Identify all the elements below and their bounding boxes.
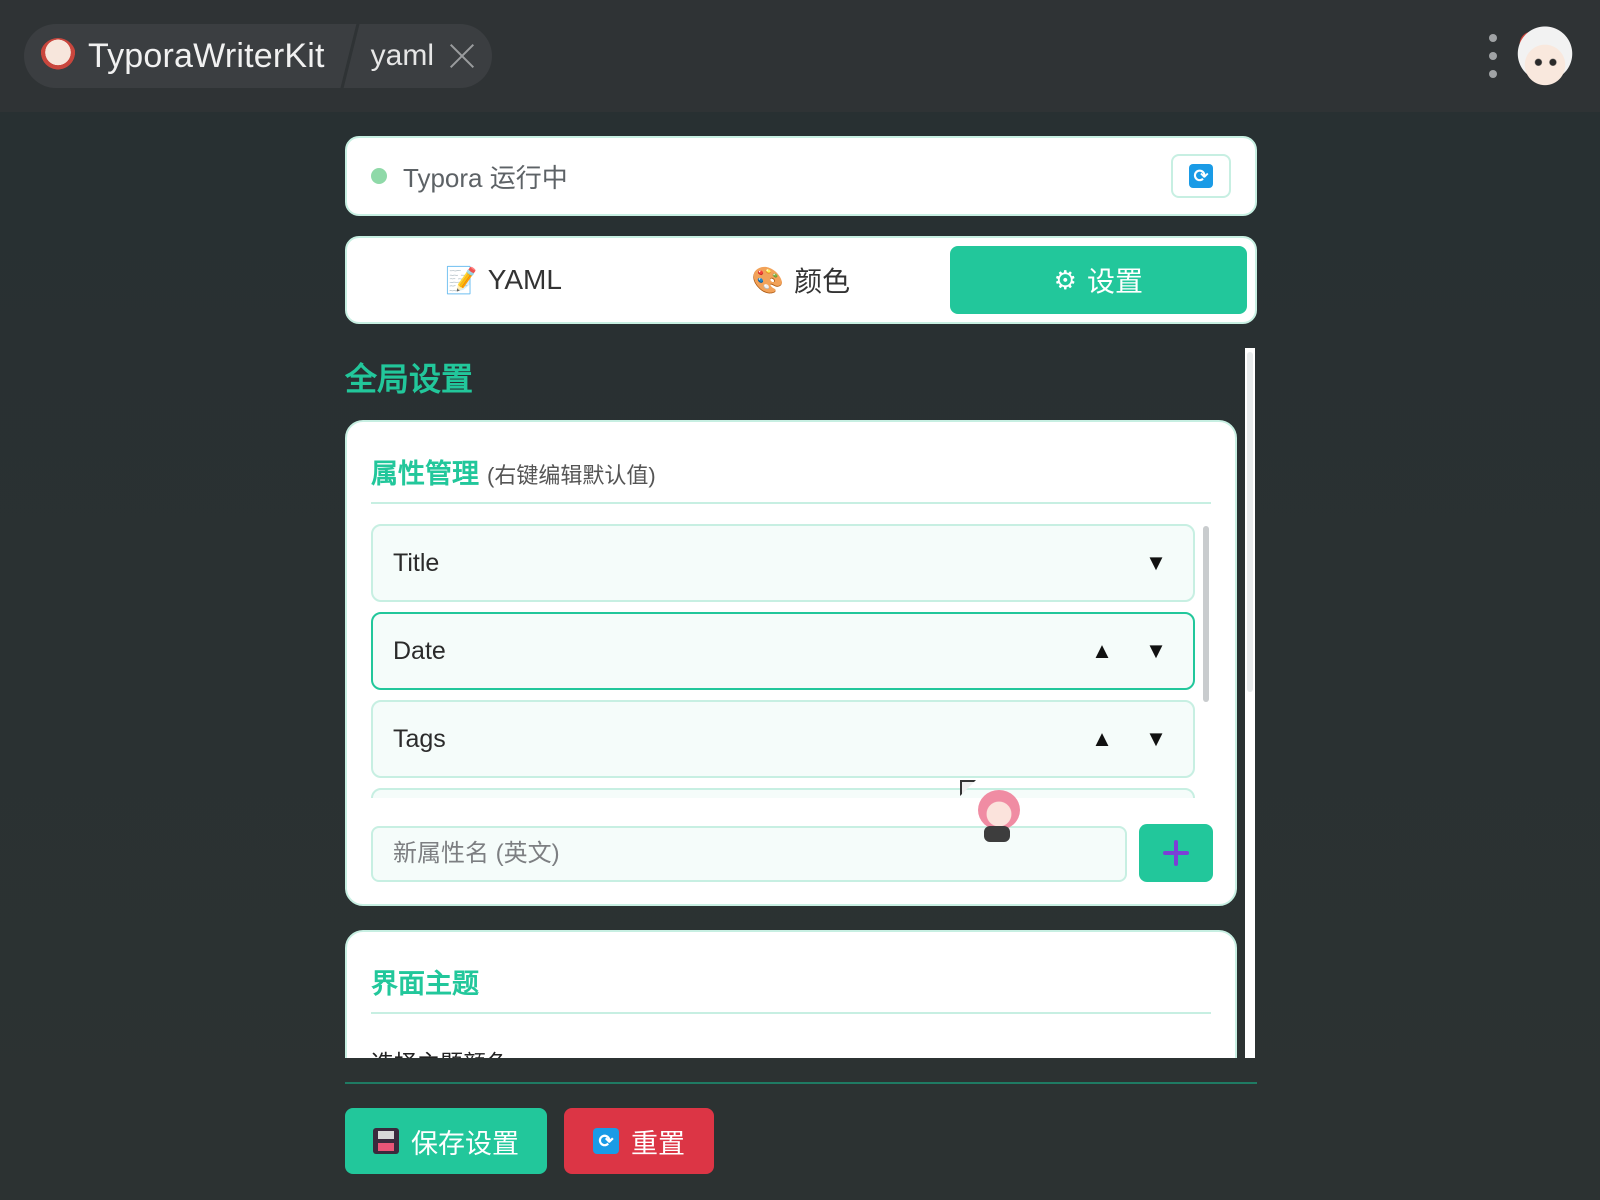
save-settings-button[interactable]: 保存设置 [345,1108,547,1174]
theme-card: 界面主题 选择主题颜色: [345,930,1237,1058]
card-title: 界面主题 [371,969,479,999]
attribute-list[interactable]: Title ▼ Date ▲ ▼ Tags ▲ ▼ [371,524,1195,798]
refresh-icon: ⟳ [593,1128,619,1154]
attribute-item-title[interactable]: Title ▼ [371,524,1195,602]
status-indicator-dot [371,168,387,184]
tab-label: 设置 [1086,266,1143,297]
title-bar: TyporaWriterKit yaml [0,0,1600,112]
attribute-name: Title [393,548,440,577]
scrollbar-thumb[interactable] [1247,352,1253,692]
cursor-arrow-icon [960,780,976,796]
main-panel: Typora 运行中 ⟳ 📝 YAML 🎨 颜色 ⚙ 设置 全局设置 属性管理 … [0,112,1600,1200]
tab-yaml[interactable]: 📝 YAML [355,246,652,314]
move-up-icon[interactable]: ▲ [1075,638,1129,664]
palette-icon: 🎨 [751,264,785,295]
tab-colors[interactable]: 🎨 颜色 [652,246,949,314]
move-down-icon[interactable]: ▼ [1129,638,1183,664]
card-subtitle: (右键编辑默认值) [487,463,656,488]
theme-color-label: 选择主题颜色: [371,1044,515,1058]
card-header: 界面主题 [371,962,1211,1014]
reset-button[interactable]: ⟳ 重置 [564,1108,714,1174]
tab-settings[interactable]: ⚙ 设置 [949,246,1247,314]
status-text: Typora 运行中 [403,162,568,193]
user-avatar[interactable] [1512,24,1578,90]
plus-icon [1163,840,1189,866]
app-name: TyporaWriterKit [88,36,325,75]
attribute-name: Tags [393,724,446,753]
attribute-management-card: 属性管理 (右键编辑默认值) Title ▼ Date ▲ ▼ Tags ▲ ▼… [345,420,1237,906]
attribute-item-date[interactable]: Date ▲ ▼ [371,612,1195,690]
gear-icon: ⚙ [1053,264,1077,295]
cursor-mascot-icon [960,780,1024,844]
tab-separator [334,24,365,88]
move-down-icon[interactable]: ▼ [1129,726,1183,752]
footer-divider [345,1082,1257,1084]
settings-scrollbar[interactable] [1245,348,1255,1058]
memo-icon: 📝 [445,264,478,295]
attribute-item-tags[interactable]: Tags ▲ ▼ [371,700,1195,778]
refresh-icon: ⟳ [1189,164,1213,188]
floppy-disk-icon [373,1128,399,1154]
app-tab-pill[interactable]: TyporaWriterKit yaml [24,24,492,88]
move-down-icon[interactable]: ▼ [1129,550,1183,576]
document-tab-label[interactable]: yaml [371,39,434,73]
tab-label: 颜色 [794,266,851,297]
tab-bar: 📝 YAML 🎨 颜色 ⚙ 设置 [345,236,1257,324]
reset-label: 重置 [631,1128,685,1159]
section-title: 全局设置 [345,361,474,397]
close-tab-icon[interactable] [448,42,476,70]
attribute-list-scrollbar[interactable] [1203,526,1209,702]
settings-scroll-area[interactable]: 全局设置 属性管理 (右键编辑默认值) Title ▼ Date ▲ ▼ Tag… [345,348,1257,1058]
move-up-icon[interactable]: ▲ [1075,726,1129,752]
card-title: 属性管理 [371,459,479,489]
save-label: 保存设置 [411,1128,519,1159]
tab-label: YAML [487,264,562,295]
status-bar: Typora 运行中 ⟳ [345,136,1257,216]
add-attribute-button[interactable] [1139,824,1213,882]
more-menu-icon[interactable] [1484,34,1502,78]
attribute-item-partial[interactable] [371,788,1195,798]
attribute-name: Date [393,636,446,665]
app-avatar-icon [40,38,76,74]
card-header: 属性管理 (右键编辑默认值) [371,452,1211,504]
refresh-status-button[interactable]: ⟳ [1171,154,1231,198]
